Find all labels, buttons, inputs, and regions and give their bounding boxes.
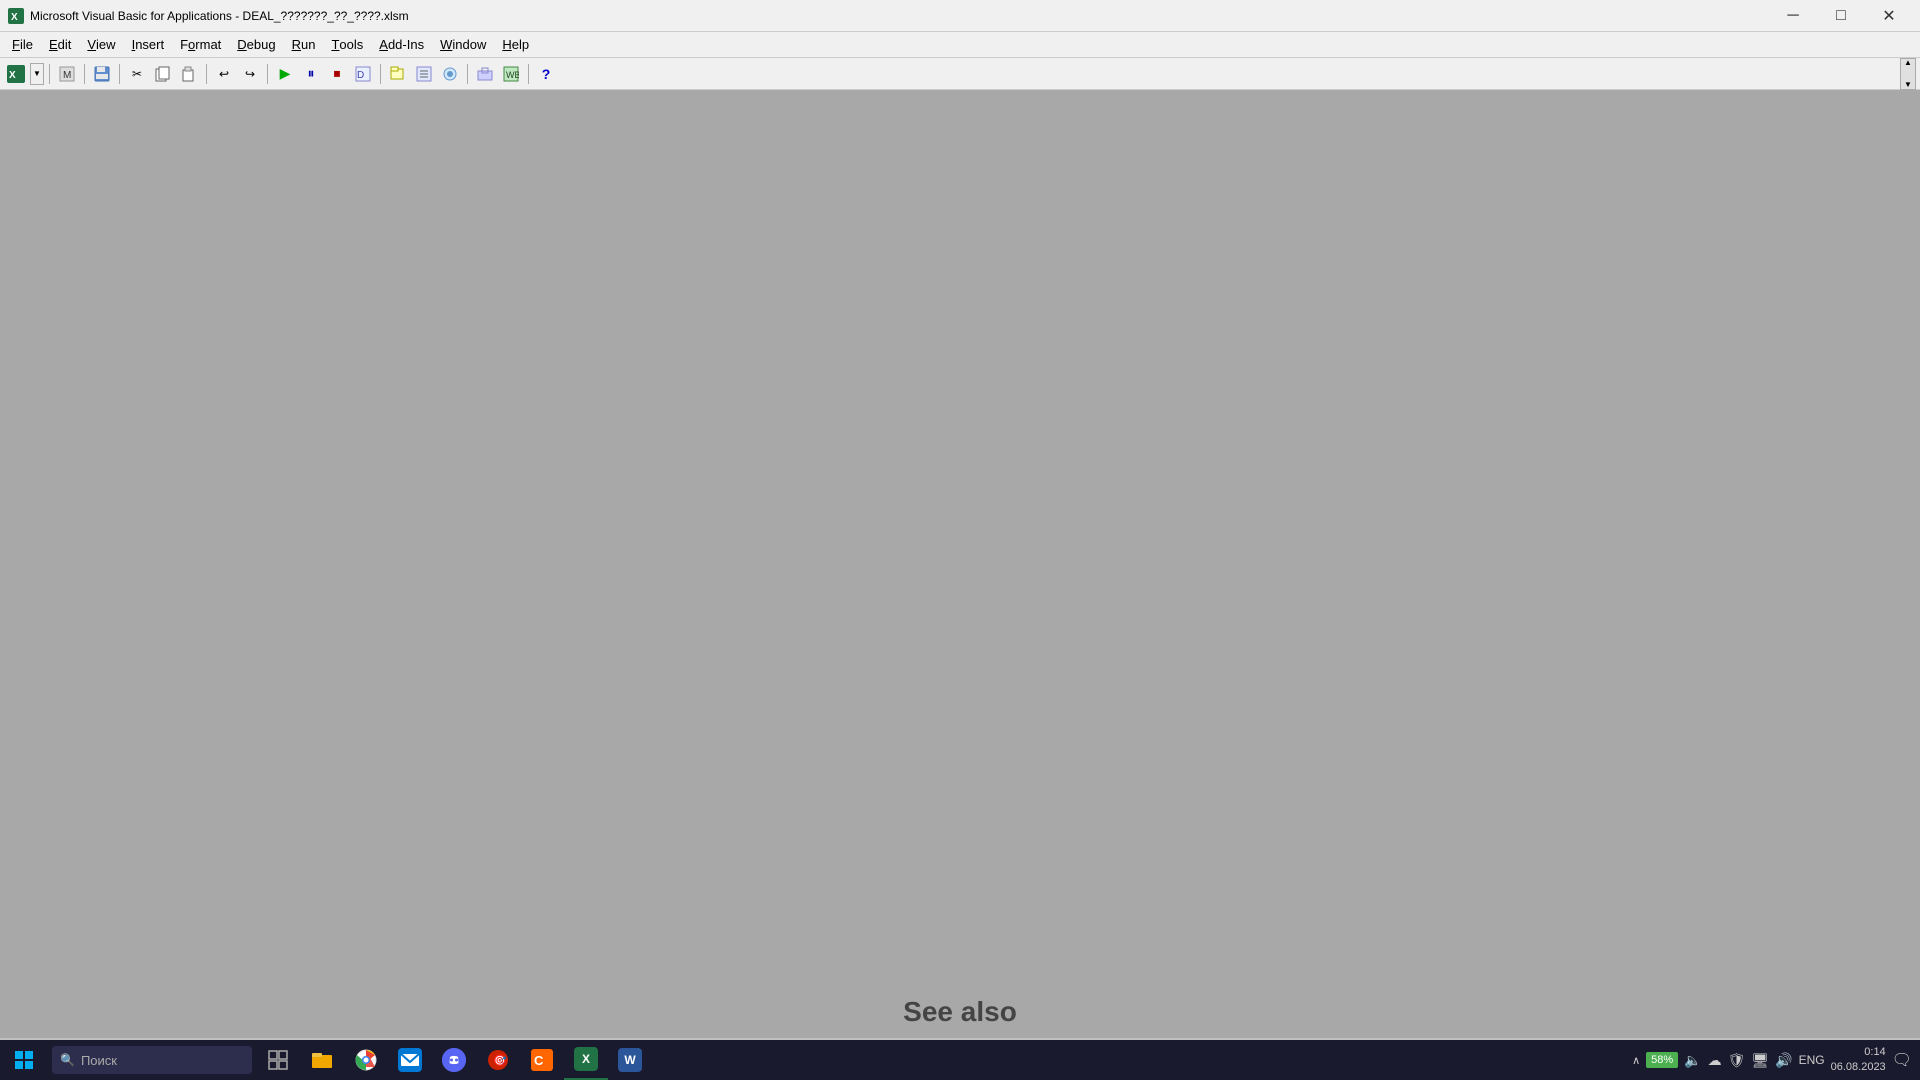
separator-8: [528, 64, 529, 84]
toolbar-cut[interactable]: ✂: [125, 62, 149, 86]
taskbar-word[interactable]: W: [608, 1040, 652, 1080]
tray-expand-icon[interactable]: ∧: [1632, 1054, 1640, 1067]
toolbar-paste[interactable]: [177, 62, 201, 86]
start-button[interactable]: [0, 1040, 48, 1080]
chrome-icon: [354, 1048, 378, 1072]
battery-indicator: 58%: [1646, 1052, 1678, 1068]
toolbar-properties[interactable]: [412, 62, 436, 86]
toolbar-save[interactable]: [90, 62, 114, 86]
notification-icon[interactable]: 🗨: [1892, 1050, 1912, 1070]
red-app-icon: 🎯: [486, 1048, 510, 1072]
separator-7: [467, 64, 468, 84]
window-controls: ─ □ ✕: [1770, 0, 1912, 32]
separator-6: [380, 64, 381, 84]
task-view-button[interactable]: [256, 1040, 300, 1080]
separator-5: [267, 64, 268, 84]
taskbar-file-explorer[interactable]: [300, 1040, 344, 1080]
toolbar-insert-module[interactable]: M: [55, 62, 79, 86]
task-view-icon: [266, 1048, 290, 1072]
menu-tools[interactable]: Tools: [323, 34, 371, 56]
taskbar: 🔍 Поиск: [0, 1040, 1920, 1080]
svg-text:C: C: [534, 1053, 544, 1068]
system-tray: ∧ 58% 🔈 ☁ 🛡 🖥 🔊 ENG 0:14 06.08.2023 🗨: [1624, 1045, 1920, 1076]
main-content-area: See also: [0, 90, 1920, 1038]
language-indicator[interactable]: ENG: [1799, 1053, 1825, 1067]
see-also-text: See also: [903, 996, 1017, 1028]
close-button[interactable]: ✕: [1866, 0, 1912, 32]
toolbar-excel-view[interactable]: X: [4, 62, 28, 86]
toolbar-word-basic[interactable]: WB: [499, 62, 523, 86]
toolbar-redo[interactable]: ↪: [238, 62, 262, 86]
toolbar-project-explorer[interactable]: [386, 62, 410, 86]
menu-addins[interactable]: Add-Ins: [371, 34, 432, 56]
app-icon: X: [8, 8, 24, 24]
separator-1: [49, 64, 50, 84]
menu-file[interactable]: File: [4, 34, 41, 56]
time-display: 0:14: [1831, 1045, 1886, 1060]
title-bar: X Microsoft Visual Basic for Application…: [0, 0, 1920, 32]
toolbar-excel-dropdown[interactable]: ▼: [30, 63, 44, 85]
separator-3: [119, 64, 120, 84]
toolbar: X ▼ M ✂ ↩ ↪ ▶ ⏸ ⏹: [0, 58, 1920, 90]
svg-text:M: M: [63, 70, 71, 81]
taskbar-chrome[interactable]: [344, 1040, 388, 1080]
menu-format[interactable]: Format: [172, 34, 229, 56]
word-taskbar-icon: W: [618, 1048, 642, 1072]
taskbar-app-red[interactable]: 🎯: [476, 1040, 520, 1080]
toolbar-help[interactable]: ?: [534, 62, 558, 86]
svg-text:WB: WB: [506, 70, 519, 80]
svg-text:X: X: [9, 70, 16, 81]
sound-icon[interactable]: 🔈: [1684, 1052, 1701, 1069]
taskbar-discord[interactable]: [432, 1040, 476, 1080]
shield-icon[interactable]: 🛡: [1728, 1052, 1746, 1069]
mail-icon: [398, 1048, 422, 1072]
clock[interactable]: 0:14 06.08.2023: [1831, 1045, 1886, 1076]
menu-run[interactable]: Run: [284, 34, 324, 56]
search-placeholder: Поиск: [81, 1053, 117, 1068]
discord-icon: [442, 1048, 466, 1072]
date-display: 06.08.2023: [1831, 1060, 1886, 1075]
menu-window[interactable]: Window: [432, 34, 494, 56]
network-icon[interactable]: ☁: [1708, 1052, 1722, 1069]
toolbar-reset[interactable]: ⏹: [325, 62, 349, 86]
minimize-button[interactable]: ─: [1770, 0, 1816, 32]
monitor-icon[interactable]: 🖥: [1751, 1052, 1769, 1069]
search-icon: 🔍: [60, 1053, 75, 1067]
menu-debug[interactable]: Debug: [229, 34, 283, 56]
toolbar-undo[interactable]: ↩: [212, 62, 236, 86]
maximize-button[interactable]: □: [1818, 0, 1864, 32]
toolbar-copy[interactable]: [151, 62, 175, 86]
toolbar-break[interactable]: ⏸: [299, 62, 323, 86]
taskbar-app-orange[interactable]: C: [520, 1040, 564, 1080]
volume-icon[interactable]: 🔊: [1775, 1052, 1792, 1069]
toolbar-run[interactable]: ▶: [273, 62, 297, 86]
excel-taskbar-icon: X: [574, 1047, 598, 1071]
toolbar-scrollbar[interactable]: ▲ ▼: [1900, 58, 1916, 90]
separator-4: [206, 64, 207, 84]
toolbar-design-mode[interactable]: D: [351, 62, 375, 86]
orange-app-icon: C: [530, 1048, 554, 1072]
taskbar-mail-app[interactable]: [388, 1040, 432, 1080]
svg-text:🎯: 🎯: [493, 1054, 507, 1067]
menu-edit[interactable]: Edit: [41, 34, 79, 56]
separator-2: [84, 64, 85, 84]
menu-insert[interactable]: Insert: [124, 34, 173, 56]
taskbar-search-bar[interactable]: 🔍 Поиск: [52, 1046, 252, 1074]
toolbar-toolbox[interactable]: [473, 62, 497, 86]
menu-view[interactable]: View: [79, 34, 123, 56]
menu-help[interactable]: Help: [494, 34, 537, 56]
svg-text:X: X: [11, 12, 18, 23]
window-title: Microsoft Visual Basic for Applications …: [30, 9, 409, 23]
menu-bar: File Edit View Insert Format Debug Run T…: [0, 32, 1920, 58]
taskbar-excel[interactable]: X: [564, 1040, 608, 1080]
toolbar-object-browser[interactable]: [438, 62, 462, 86]
file-explorer-icon: [310, 1048, 334, 1072]
svg-text:D: D: [357, 70, 364, 81]
